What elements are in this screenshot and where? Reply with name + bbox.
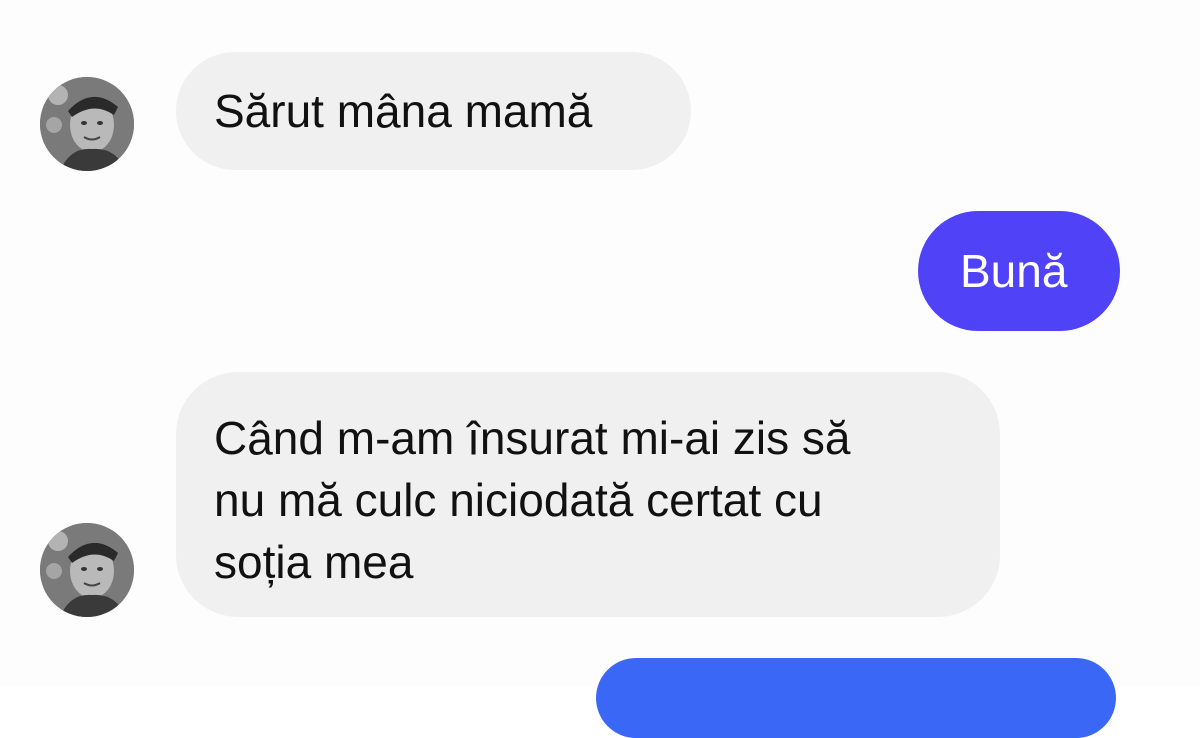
message-bubble-incoming[interactable]: Când m-am însurat mi-ai zis să nu mă cul…	[176, 372, 1000, 617]
message-bubble-outgoing[interactable]	[596, 658, 1116, 738]
contact-avatar-icon[interactable]	[40, 523, 134, 617]
contact-avatar-icon[interactable]	[40, 77, 134, 171]
chat-thread: Sărut mâna mamă Bună Când m-am însurat m…	[0, 0, 1200, 738]
message-bubble-incoming[interactable]: Sărut mâna mamă	[176, 52, 691, 170]
message-bubble-outgoing[interactable]: Bună	[918, 211, 1120, 331]
